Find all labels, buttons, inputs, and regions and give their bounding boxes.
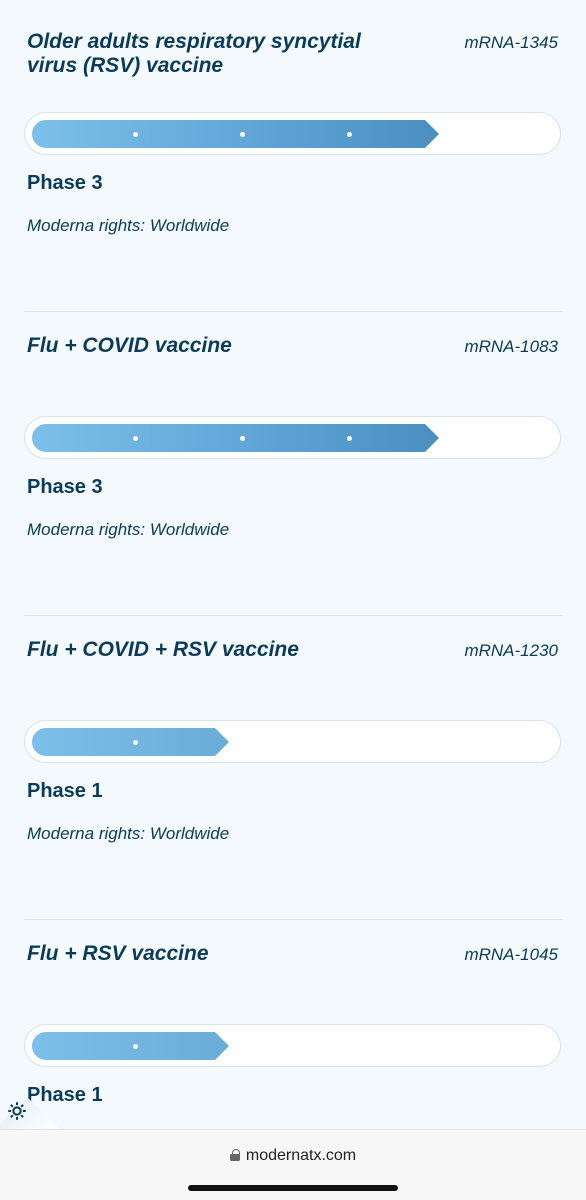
phase-progress-fill [32,1032,229,1060]
phase-label: Phase 1 [27,780,103,802]
phase-progress-track [24,416,561,459]
phase-label: Phase 3 [27,476,103,498]
pipeline-item[interactable]: Flu + COVID + RSV vaccine mRNA-1230 Phas… [0,608,586,912]
phase-marker-dot [240,132,245,137]
program-title: Flu + RSV vaccine [27,942,209,965]
phase-marker-dot [133,132,138,137]
program-code: mRNA-1083 [464,337,558,356]
rights-text: Moderna rights: Worldwide [27,824,230,843]
phase-marker-dot [240,436,245,441]
pipeline-item[interactable]: Older adults respiratory syncytial virus… [0,0,586,304]
phase-progress-track [24,720,561,763]
phase-marker-dot [133,1044,138,1049]
phase-progress-track [24,1024,561,1067]
phase-marker-dot [347,132,352,137]
program-title: Flu + COVID vaccine [27,334,232,357]
phase-progress-fill [32,728,229,756]
browser-address-bar[interactable]: modernatx.com [0,1129,586,1200]
program-title: Older adults respiratory syncytial virus… [27,30,361,77]
rights-text: Moderna rights: Worldwide [27,216,230,235]
phase-progress-fill [32,424,439,452]
gear-icon[interactable] [6,1100,28,1122]
program-code: mRNA-1345 [464,33,558,52]
phase-marker-dot [133,436,138,441]
program-code: mRNA-1045 [464,945,558,964]
pipeline-item[interactable]: Flu + COVID vaccine mRNA-1083 Phase 3 Mo… [0,304,586,608]
phase-label: Phase 1 [27,1084,103,1106]
phase-marker-dot [133,740,138,745]
program-code: mRNA-1230 [464,641,558,660]
phase-label: Phase 3 [27,172,103,194]
phase-progress-fill [32,120,439,148]
program-title: Flu + COVID + RSV vaccine [27,638,299,661]
phase-progress-track [24,112,561,155]
url-text: modernatx.com [245,1147,357,1164]
phase-marker-dot [347,436,352,441]
lock-icon [229,1149,240,1161]
url-display[interactable]: modernatx.com [0,1147,586,1165]
rights-text: Moderna rights: Worldwide [27,520,230,539]
home-indicator[interactable] [188,1185,398,1191]
